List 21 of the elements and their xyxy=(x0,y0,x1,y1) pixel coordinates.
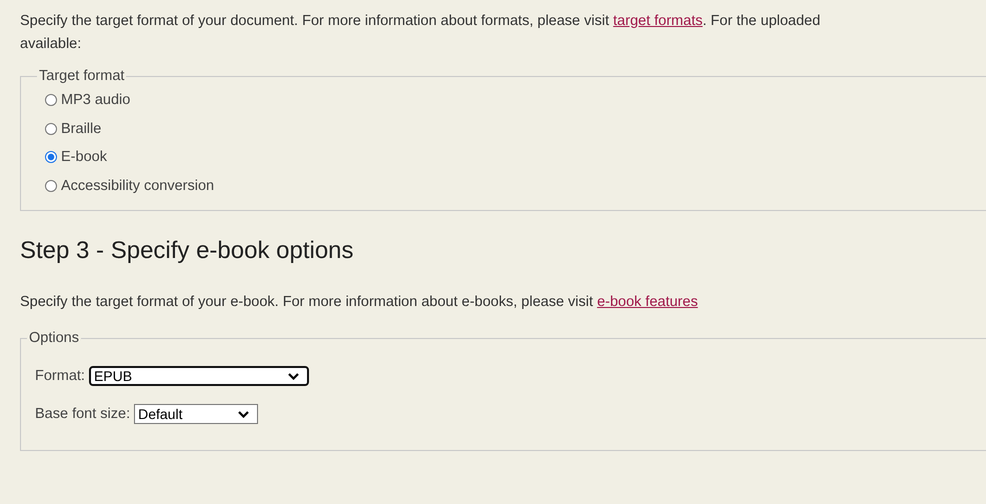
radio-label[interactable]: Braille xyxy=(61,120,102,137)
chevron-down-icon xyxy=(288,372,299,380)
radio-button[interactable] xyxy=(45,94,57,106)
radio-button[interactable] xyxy=(45,151,57,164)
ebook-features-link[interactable]: e-book features xyxy=(597,294,698,310)
ebook-intro-text: Specify the target format of your e-book. For more information about e-books, please visit e-book features xyxy=(20,293,699,312)
intro-text: Specify the target format of your document. For more information about formats, please visit target formats. For the uploaded available: xyxy=(20,12,822,54)
dropdown[interactable]: EPUB xyxy=(88,366,309,386)
group-legend: Target format xyxy=(37,68,126,84)
radio-button[interactable] xyxy=(45,122,57,135)
radio-label[interactable]: E-book xyxy=(61,149,107,166)
radio-button[interactable] xyxy=(45,180,57,192)
radio-label[interactable]: Accessibility conversion xyxy=(61,178,214,194)
chevron-down-icon xyxy=(238,410,250,418)
step-heading: Step 3 - Specify e-book options xyxy=(20,237,355,265)
field-label: Base font size: xyxy=(35,406,130,422)
target-formats-link[interactable]: target formats xyxy=(613,13,703,29)
group-legend: Options xyxy=(27,330,81,346)
radio-label[interactable]: MP3 audio xyxy=(61,92,130,108)
field-label: Format: xyxy=(35,368,85,384)
dropdown[interactable]: Default xyxy=(134,404,258,424)
